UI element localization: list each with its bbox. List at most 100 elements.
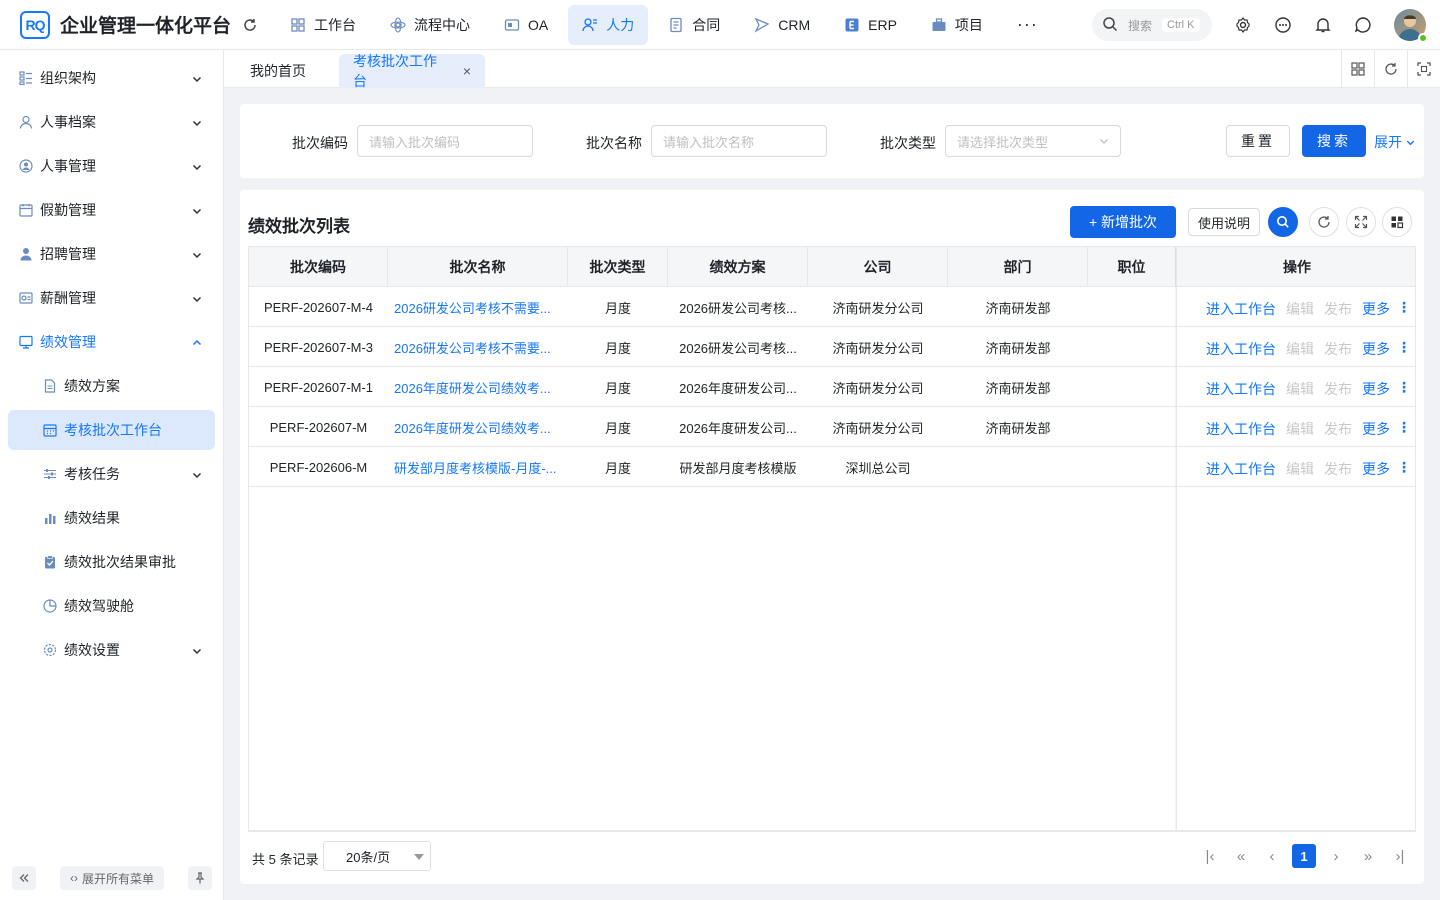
- cell-name-link[interactable]: 2026年度研发公司绩效考...: [388, 407, 568, 447]
- nav-item-crm[interactable]: CRM: [740, 5, 824, 45]
- table-row: PERF-202606-M 研发部月度考核模版-月度-... 月度 研发部月度考…: [249, 447, 1415, 487]
- batch-type-select[interactable]: 请选择批次类型: [945, 125, 1121, 157]
- sidebar-item-profile[interactable]: 人事档案: [8, 102, 215, 142]
- sidebar-item-label: 绩效结果: [64, 510, 120, 526]
- more-vertical-icon[interactable]: ⋮: [1397, 419, 1411, 436]
- sidebar-subitem-batch-workbench[interactable]: 考核批次工作台: [8, 410, 215, 450]
- more-link[interactable]: 更多: [1362, 299, 1390, 319]
- nav-item-hr[interactable]: 人力: [568, 4, 649, 45]
- pin-icon[interactable]: [188, 866, 212, 890]
- first-page-icon[interactable]: |‹: [1198, 844, 1222, 868]
- sidebar-subitem-results[interactable]: 绩效结果: [8, 498, 215, 538]
- sidebar-item-org[interactable]: 组织架构: [8, 58, 215, 98]
- sidebar-item-recruit[interactable]: 招聘管理: [8, 234, 215, 274]
- reset-button[interactable]: 重置: [1226, 125, 1290, 157]
- cell-dept: [948, 447, 1088, 487]
- chevron-down-icon: [191, 292, 203, 304]
- enter-workbench-link[interactable]: 进入工作台: [1206, 419, 1276, 439]
- batch-code-placeholder: 请输入批次编码: [369, 134, 461, 150]
- search-button[interactable]: 搜索: [1302, 125, 1366, 157]
- more-vertical-icon[interactable]: ⋮: [1397, 339, 1411, 356]
- batch-code-input[interactable]: 请输入批次编码: [357, 125, 533, 157]
- nav-item-oa[interactable]: OA: [490, 5, 562, 45]
- more-vertical-icon[interactable]: ⋮: [1397, 379, 1411, 396]
- sidebar-subitem-cockpit[interactable]: 绩效驾驶舱: [8, 586, 215, 626]
- expand-filters-button[interactable]: 展开: [1374, 132, 1416, 152]
- chat-icon[interactable]: [1348, 10, 1378, 40]
- global-search[interactable]: 搜索 Ctrl K: [1092, 9, 1212, 41]
- chevron-down-icon: [191, 204, 203, 216]
- nav-label: 流程中心: [414, 16, 470, 33]
- last-page-icon[interactable]: ›|: [1388, 844, 1412, 868]
- prev-group-icon[interactable]: «: [1229, 844, 1253, 868]
- cell-name-link[interactable]: 研发部月度考核模版-月度-...: [388, 447, 568, 487]
- add-batch-button[interactable]: + 新增批次: [1070, 206, 1176, 238]
- sidebar-subitem-tasks[interactable]: 考核任务: [8, 454, 215, 494]
- search-toggle-icon[interactable]: [1268, 207, 1298, 237]
- salary-icon: [18, 290, 34, 306]
- horizontal-scrollbar[interactable]: [248, 819, 1416, 831]
- sidebar-subitem-result-approval[interactable]: 绩效批次结果审批: [8, 542, 215, 582]
- next-page-icon[interactable]: ›: [1324, 844, 1348, 868]
- expand-all-menus-button[interactable]: ‹› 展开所有菜单: [60, 866, 164, 890]
- column-settings-icon[interactable]: [1382, 207, 1412, 237]
- prev-page-icon[interactable]: ‹: [1260, 844, 1284, 868]
- enter-workbench-link[interactable]: 进入工作台: [1206, 299, 1276, 319]
- message-icon[interactable]: [1268, 10, 1298, 40]
- cell-name-link[interactable]: 2026研发公司考核不需要...: [388, 287, 568, 327]
- more-vertical-icon[interactable]: ⋮: [1397, 459, 1411, 476]
- enter-workbench-link[interactable]: 进入工作台: [1206, 379, 1276, 399]
- people-icon: [582, 17, 598, 33]
- nav-item-workbench[interactable]: 工作台: [276, 5, 370, 45]
- sidebar-item-salary[interactable]: 薪酬管理: [8, 278, 215, 318]
- nav-item-erp[interactable]: ERP: [830, 5, 911, 45]
- sidebar-item-attendance[interactable]: 假勤管理: [8, 190, 215, 230]
- search-shortcut: Ctrl K: [1162, 18, 1200, 32]
- refresh-icon[interactable]: [236, 11, 264, 39]
- cell-company: 济南研发分公司: [832, 300, 924, 316]
- fullscreen-icon[interactable]: [1407, 50, 1440, 88]
- collapse-sidebar-icon[interactable]: [12, 866, 36, 890]
- filter-panel: 批次编码 请输入批次编码 批次名称 请输入批次名称 批次类型 请选择批次类型 重…: [240, 104, 1424, 178]
- nav-label: OA: [528, 16, 549, 33]
- page-number-current[interactable]: 1: [1292, 844, 1316, 868]
- more-link[interactable]: 更多: [1362, 339, 1390, 359]
- app-logo[interactable]: RQ 企业管理一体化平台: [0, 10, 232, 39]
- sidebar-item-personnel[interactable]: 人事管理: [8, 146, 215, 186]
- cell-plan: 研发部月度考核模版: [679, 460, 797, 476]
- tab-batch-workbench[interactable]: 考核批次工作台 ×: [339, 53, 485, 89]
- settings-icon[interactable]: [1228, 10, 1258, 40]
- next-group-icon[interactable]: »: [1356, 844, 1380, 868]
- refresh-icon[interactable]: [1309, 207, 1339, 237]
- batch-table: 批次编码 批次名称 批次类型 绩效方案 公司 部门 职位 操作 PERF-202…: [248, 246, 1416, 832]
- more-link[interactable]: 更多: [1362, 379, 1390, 399]
- nav-item-process[interactable]: 流程中心: [376, 5, 484, 45]
- tab-grid-icon[interactable]: [1341, 50, 1374, 88]
- bell-icon[interactable]: [1308, 10, 1338, 40]
- sidebar-subitem-settings[interactable]: 绩效设置: [8, 630, 215, 670]
- more-vertical-icon[interactable]: ⋮: [1397, 299, 1411, 316]
- nav-label: 人力: [606, 16, 635, 33]
- sidebar-subitem-plan[interactable]: 绩效方案: [8, 366, 215, 406]
- batch-name-input[interactable]: 请输入批次名称: [651, 125, 827, 157]
- enter-workbench-link[interactable]: 进入工作台: [1206, 459, 1276, 479]
- sidebar-item-label: 绩效方案: [64, 378, 120, 394]
- cell-name-link[interactable]: 2026研发公司考核不需要...: [388, 327, 568, 367]
- sidebar-item-performance[interactable]: 绩效管理: [8, 322, 215, 362]
- close-icon[interactable]: ×: [463, 63, 471, 79]
- tab-home[interactable]: 我的首页: [236, 54, 320, 88]
- page-size-select[interactable]: 20条/页: [323, 841, 431, 871]
- tab-refresh-icon[interactable]: [1374, 50, 1407, 88]
- sidebar-item-label: 考核批次工作台: [64, 422, 162, 438]
- publish-link: 发布: [1324, 381, 1352, 397]
- nav-item-contract[interactable]: 合同: [654, 5, 734, 45]
- expand-icon[interactable]: [1346, 207, 1376, 237]
- help-button[interactable]: 使用说明: [1188, 208, 1260, 236]
- enter-workbench-link[interactable]: 进入工作台: [1206, 339, 1276, 359]
- nav-item-project[interactable]: 项目: [917, 5, 997, 45]
- more-nav-icon[interactable]: ···: [1003, 14, 1052, 35]
- cell-name-link[interactable]: 2026年度研发公司绩效考...: [388, 367, 568, 407]
- more-link[interactable]: 更多: [1362, 459, 1390, 479]
- more-link[interactable]: 更多: [1362, 419, 1390, 439]
- process-icon: [390, 16, 406, 33]
